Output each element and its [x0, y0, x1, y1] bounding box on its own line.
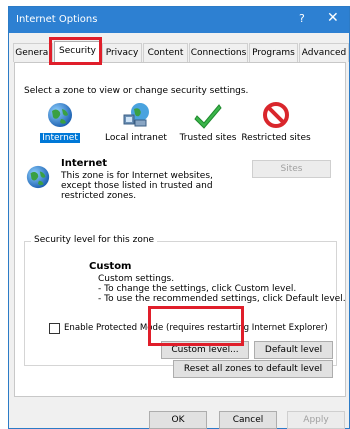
security-level-line-1: Custom settings.: [98, 274, 175, 284]
zone-list: Internet Local intranet Trusted sites Re…: [25, 99, 333, 155]
zone-local-intranet-label: Local intranet: [105, 133, 167, 143]
globe-icon: [48, 103, 72, 127]
apply-button[interactable]: Apply: [287, 411, 345, 429]
tab-privacy[interactable]: Privacy: [102, 43, 142, 62]
zone-trusted-sites-label: Trusted sites: [179, 133, 237, 143]
security-level-line-2: - To change the settings, click Custom l…: [98, 284, 297, 294]
security-level-label: Security level for this zone: [31, 235, 158, 245]
help-icon[interactable]: ?: [299, 12, 305, 25]
title-bar: Internet Options ? ✕: [9, 7, 349, 33]
sites-button[interactable]: Sites: [252, 160, 331, 178]
security-tab-highlight: [49, 37, 102, 65]
zone-instruction: Select a zone to view or change security…: [24, 86, 249, 96]
network-icon: [123, 103, 149, 127]
zone-description-2: except those listed in trusted and: [61, 181, 213, 191]
security-panel: Select a zone to view or change security…: [14, 62, 346, 397]
tab-content[interactable]: Content: [143, 43, 188, 62]
default-level-button[interactable]: Default level: [254, 341, 333, 359]
internet-options-window: Internet Options ? ✕ General Security Pr…: [8, 6, 350, 429]
restricted-icon: [263, 102, 289, 128]
window-title: Internet Options: [16, 14, 98, 25]
zone-internet-label: Internet: [40, 133, 80, 143]
zone-local-intranet[interactable]: Local intranet: [101, 99, 171, 155]
custom-level-highlight: [148, 306, 244, 346]
ok-button[interactable]: OK: [149, 411, 207, 429]
close-icon[interactable]: ✕: [327, 10, 339, 26]
tab-advanced[interactable]: Advanced: [299, 43, 349, 62]
zone-title: Internet: [61, 158, 108, 169]
zone-internet[interactable]: Internet: [25, 99, 95, 155]
reset-all-zones-button[interactable]: Reset all zones to default level: [173, 360, 333, 378]
zone-trusted-sites[interactable]: Trusted sites: [173, 99, 243, 155]
security-level-title: Custom: [89, 261, 132, 272]
zone-restricted-sites[interactable]: Restricted sites: [241, 99, 311, 155]
zone-globe-icon: [26, 165, 50, 189]
zone-restricted-sites-label: Restricted sites: [241, 133, 311, 143]
tab-general[interactable]: General: [13, 43, 53, 62]
cancel-button[interactable]: Cancel: [219, 411, 277, 429]
tab-connections[interactable]: Connections: [189, 43, 248, 62]
checkmark-icon: [194, 104, 222, 129]
protected-mode-checkbox[interactable]: [49, 323, 60, 334]
security-level-line-3: - To use the recommended settings, click…: [98, 294, 346, 304]
tab-programs[interactable]: Programs: [249, 43, 298, 62]
zone-description-3: restricted zones.: [61, 191, 137, 201]
zone-description-1: This zone is for Internet websites,: [61, 171, 213, 181]
